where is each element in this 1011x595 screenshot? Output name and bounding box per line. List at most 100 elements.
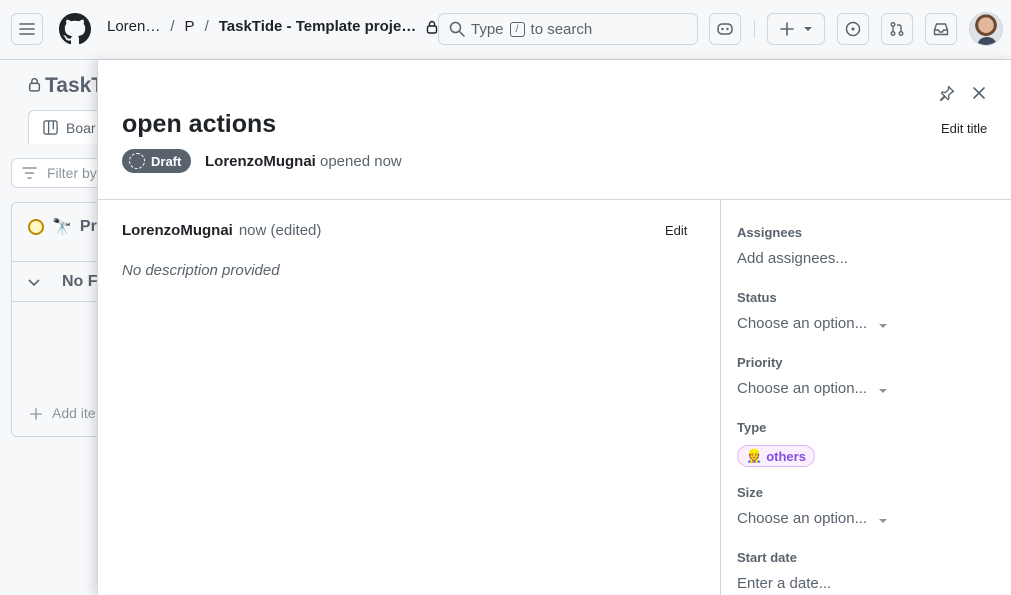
group-header[interactable]: No F bbox=[28, 273, 98, 291]
type-label: Type bbox=[737, 420, 767, 435]
copilot-button[interactable] bbox=[709, 13, 741, 45]
plus-icon bbox=[30, 408, 42, 420]
page-title: open actions bbox=[122, 110, 277, 138]
search-icon bbox=[449, 21, 465, 37]
status-circle-icon bbox=[28, 219, 44, 235]
type-field: Type 👷 others bbox=[737, 420, 815, 467]
opened-text: opened now bbox=[320, 153, 402, 170]
opened-info: LorenzoMugnai opened now bbox=[205, 153, 402, 170]
search-label: Type bbox=[471, 20, 504, 38]
tab-board-label: Boar bbox=[66, 119, 96, 136]
pin-button[interactable] bbox=[936, 82, 958, 104]
comment-area: LorenzoMugnai now (edited) Edit No descri… bbox=[98, 200, 720, 595]
chevron-down-icon bbox=[804, 27, 812, 31]
comment-timestamp: now (edited) bbox=[238, 222, 322, 239]
search-label-suffix: to search bbox=[530, 20, 593, 38]
hamburger-menu-button[interactable] bbox=[11, 13, 43, 45]
draft-icon bbox=[129, 153, 145, 169]
assignees-value: Add assignees... bbox=[737, 250, 848, 267]
breadcrumb-project[interactable]: TaskTide - Template proje… bbox=[219, 18, 417, 35]
filter-icon bbox=[22, 167, 37, 179]
plus-icon bbox=[780, 22, 794, 36]
project-title-text: TaskT bbox=[45, 74, 105, 97]
filter-input[interactable]: Filter by bbox=[11, 158, 111, 188]
comment-author-link[interactable]: LorenzoMugnai bbox=[122, 222, 233, 239]
close-button[interactable] bbox=[968, 82, 990, 104]
priority-value: Choose an option... bbox=[737, 380, 868, 397]
status-select[interactable]: Choose an option... bbox=[737, 315, 888, 332]
filter-placeholder: Filter by bbox=[47, 165, 97, 181]
inbox-button[interactable] bbox=[925, 13, 957, 45]
breadcrumb: Loren… / P / TaskTide - Template proje… bbox=[107, 18, 438, 35]
assignees-label: Assignees bbox=[737, 225, 803, 240]
inbox-icon bbox=[933, 23, 949, 36]
comment-header: LorenzoMugnai now (edited) bbox=[122, 222, 321, 239]
telescope-icon: 🔭 bbox=[52, 219, 72, 236]
status-field: Status Choose an option... bbox=[737, 290, 888, 332]
status-badge: Draft bbox=[122, 149, 192, 173]
chevron-down-icon bbox=[28, 279, 40, 287]
add-item-button[interactable]: Add ite bbox=[30, 405, 96, 421]
breadcrumb-owner[interactable]: Loren… bbox=[107, 18, 160, 35]
issue-icon bbox=[845, 21, 861, 37]
pin-icon bbox=[939, 85, 955, 101]
start-date-label: Start date bbox=[737, 550, 797, 565]
breadcrumb-separator: / bbox=[170, 18, 175, 35]
chevron-down-icon bbox=[879, 388, 888, 393]
divider bbox=[12, 261, 110, 262]
chevron-down-icon bbox=[879, 323, 888, 328]
lock-icon bbox=[28, 77, 41, 92]
size-select[interactable]: Choose an option... bbox=[737, 510, 888, 527]
divider bbox=[12, 301, 110, 302]
copilot-icon bbox=[717, 23, 733, 35]
type-select[interactable]: 👷 others bbox=[737, 445, 815, 467]
edit-title-button[interactable]: Edit title bbox=[941, 121, 987, 136]
add-assignees-button[interactable]: Add assignees... bbox=[737, 250, 848, 267]
menu-icon bbox=[19, 23, 35, 35]
add-item-label: Add ite bbox=[52, 405, 96, 421]
pull-request-icon bbox=[890, 22, 904, 36]
priority-label: Priority bbox=[737, 355, 783, 370]
project-board-background: TaskT Boar Filter by 🔭 Pro No F Add ite bbox=[0, 60, 118, 595]
issues-button[interactable] bbox=[837, 13, 869, 45]
breadcrumb-separator: / bbox=[204, 18, 209, 35]
top-header: Loren… / P / TaskTide - Template proje… … bbox=[0, 0, 1011, 60]
edit-comment-button[interactable]: Edit bbox=[665, 223, 687, 238]
group-title: No F bbox=[62, 273, 98, 290]
start-date-input[interactable]: Enter a date... bbox=[737, 575, 831, 592]
fields-sidebar: Assignees Add assignees... Status Choose… bbox=[720, 200, 1011, 595]
status-value: Choose an option... bbox=[737, 315, 868, 332]
github-logo-icon[interactable] bbox=[59, 13, 91, 45]
close-icon bbox=[973, 87, 985, 99]
worker-icon: 👷 bbox=[746, 448, 763, 463]
type-value: others bbox=[766, 448, 806, 464]
status-badge-label: Draft bbox=[151, 153, 182, 169]
item-side-panel: open actions Edit title Draft LorenzoMug… bbox=[97, 60, 1011, 595]
lock-icon bbox=[427, 20, 438, 34]
search-input[interactable]: Type / to search bbox=[438, 13, 698, 45]
pull-requests-button[interactable] bbox=[881, 13, 913, 45]
panel-header: open actions Edit title Draft LorenzoMug… bbox=[98, 60, 1011, 200]
board-icon bbox=[43, 120, 58, 135]
project-title: TaskT bbox=[28, 74, 104, 98]
start-date-value: Enter a date... bbox=[737, 575, 832, 592]
assignees-field: Assignees Add assignees... bbox=[737, 225, 848, 267]
avatar[interactable] bbox=[969, 12, 1003, 46]
chevron-down-icon bbox=[879, 518, 888, 523]
header-divider bbox=[754, 20, 755, 38]
priority-field: Priority Choose an option... bbox=[737, 355, 888, 397]
author-link[interactable]: LorenzoMugnai bbox=[205, 153, 316, 170]
description-text: No description provided bbox=[122, 262, 280, 279]
column-header: 🔭 Pro bbox=[28, 217, 107, 237]
priority-select[interactable]: Choose an option... bbox=[737, 380, 888, 397]
type-chip: 👷 others bbox=[737, 445, 815, 467]
start-date-field: Start date Enter a date... bbox=[737, 550, 831, 592]
search-shortcut-key: / bbox=[509, 21, 525, 37]
create-new-button[interactable] bbox=[767, 13, 825, 45]
board-column: 🔭 Pro No F Add ite bbox=[11, 202, 111, 437]
status-label: Status bbox=[737, 290, 777, 305]
size-value: Choose an option... bbox=[737, 510, 868, 527]
breadcrumb-folder[interactable]: P bbox=[185, 18, 195, 35]
size-field: Size Choose an option... bbox=[737, 485, 888, 527]
size-label: Size bbox=[737, 485, 764, 500]
